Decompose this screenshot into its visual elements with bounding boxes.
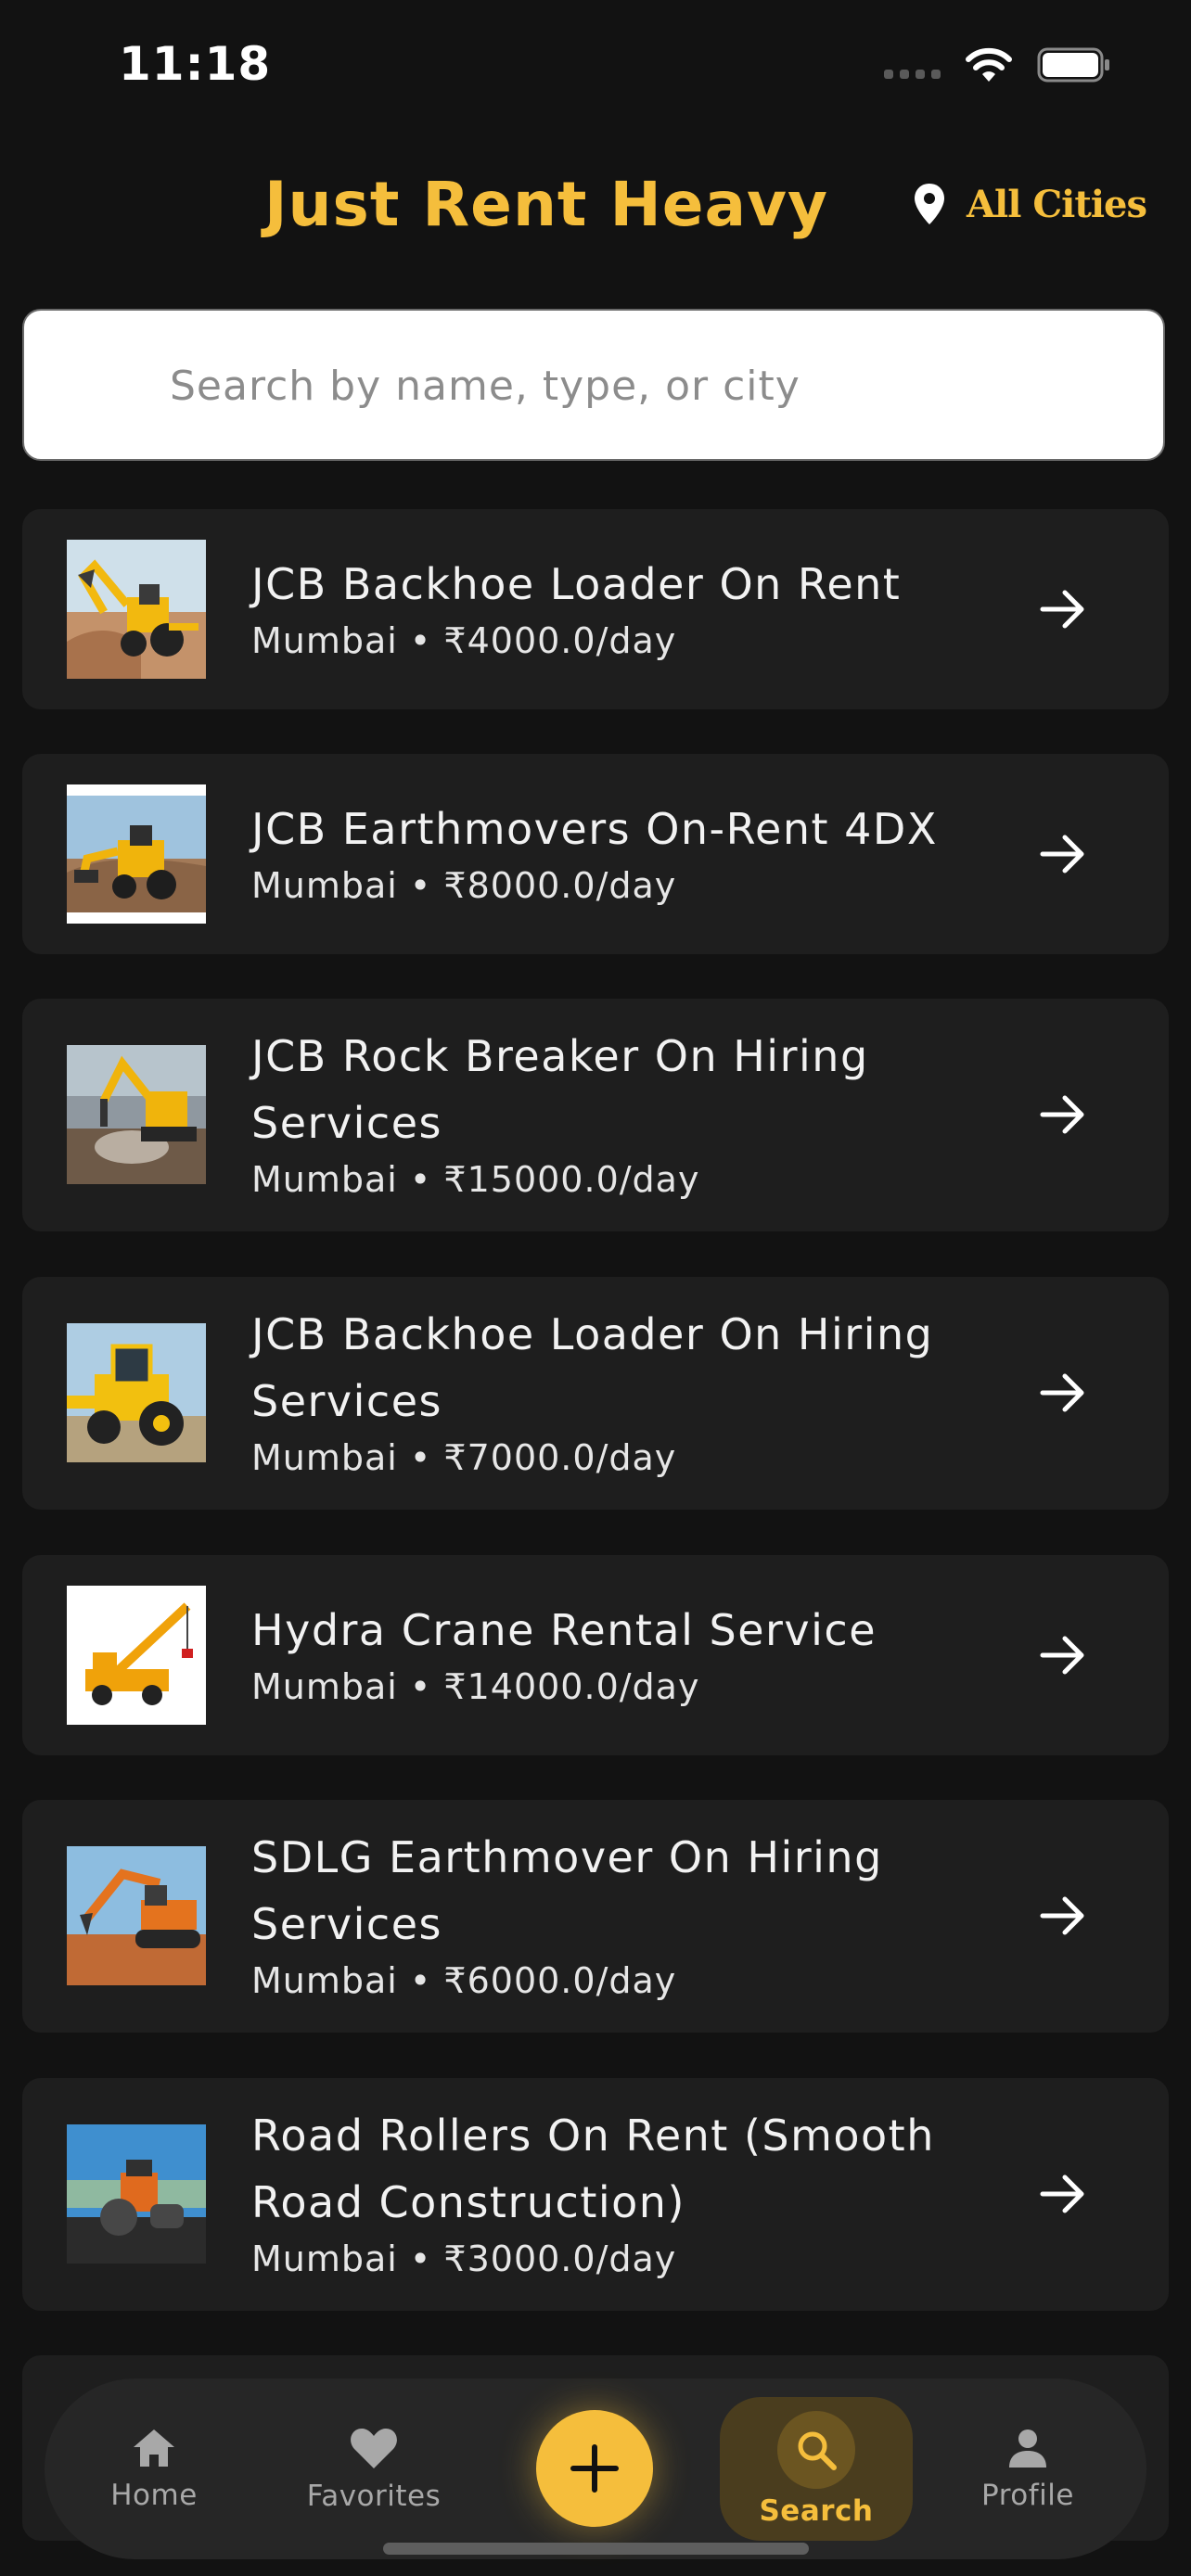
nav-favorites-label: Favorites: [306, 2479, 442, 2513]
listing-title: SDLG Earthmover On Hiring Services: [251, 1832, 883, 1949]
status-time: 11:18: [119, 37, 272, 91]
app-header: Just Rent Heavy All Cities: [0, 158, 1191, 260]
listing-title: JCB Backhoe Loader On Hiring Services: [251, 1309, 934, 1426]
location-pin-icon: [914, 184, 944, 224]
listing-card[interactable]: SDLG Earthmover On Hiring Services Mumba…: [22, 1800, 1169, 2033]
listing-subtitle: Mumbai • ₹3000.0/day: [251, 2238, 677, 2279]
arrow-right-icon: [1040, 590, 1084, 629]
home-indicator: [383, 2543, 809, 2555]
listing-title: JCB Backhoe Loader On Rent: [251, 559, 902, 609]
listing-thumbnail-road-roller: [67, 2124, 206, 2264]
search-box: [22, 309, 1165, 461]
listing-title: Hydra Crane Rental Service: [251, 1605, 877, 1655]
bottom-navigation: Home Favorites Search Profile: [45, 2378, 1146, 2559]
listing-title: JCB Earthmovers On-Rent 4DX: [251, 804, 938, 854]
arrow-right-icon: [1040, 1373, 1084, 1412]
listing-subtitle: Mumbai • ₹4000.0/day: [251, 620, 677, 661]
listing-card[interactable]: Road Rollers On Rent (Smooth Road Constr…: [22, 2078, 1169, 2311]
app-title: Just Rent Heavy: [264, 169, 829, 240]
battery-icon: [1037, 47, 1109, 83]
nav-profile-label: Profile: [981, 2478, 1074, 2512]
listing-subtitle: Mumbai • ₹6000.0/day: [251, 1960, 677, 2001]
arrow-right-icon: [1040, 2174, 1084, 2213]
listing-thumbnail-backhoe-loader: [67, 540, 206, 679]
arrow-right-icon: [1040, 1896, 1084, 1935]
nav-search[interactable]: Search: [720, 2397, 913, 2541]
listing-subtitle: Mumbai • ₹7000.0/day: [251, 1437, 677, 1478]
arrow-right-icon: [1040, 1095, 1084, 1134]
person-icon: [1009, 2429, 1046, 2468]
home-icon: [134, 2429, 174, 2467]
heart-icon: [351, 2428, 397, 2468]
cellular-signal-icon: [884, 51, 941, 79]
listing-subtitle: Mumbai • ₹8000.0/day: [251, 865, 677, 906]
listing-thumbnail-hydra-crane: [67, 1586, 206, 1725]
status-bar: 11:18: [0, 0, 1191, 130]
add-listing-button[interactable]: [536, 2410, 653, 2527]
nav-home[interactable]: Home: [98, 2378, 210, 2559]
city-label: All Cities: [966, 182, 1147, 226]
listing-subtitle: Mumbai • ₹14000.0/day: [251, 1666, 700, 1707]
nav-favorites[interactable]: Favorites: [295, 2378, 453, 2559]
plus-icon: [570, 2444, 619, 2493]
city-selector[interactable]: All Cities: [913, 182, 1147, 226]
wifi-icon: [966, 47, 1012, 82]
listing-thumbnail-rock-breaker: [67, 1045, 206, 1184]
listing-thumbnail-earthmover: [67, 784, 206, 924]
listing-title: JCB Rock Breaker On Hiring Services: [251, 1031, 869, 1148]
nav-home-label: Home: [110, 2478, 198, 2512]
listing-card[interactable]: Hydra Crane Rental Service Mumbai • ₹140…: [22, 1555, 1169, 1755]
listing-card[interactable]: JCB Backhoe Loader On Hiring Services Mu…: [22, 1277, 1169, 1510]
listing-title: Road Rollers On Rent (Smooth Road Constr…: [251, 2111, 935, 2227]
nav-profile[interactable]: Profile: [972, 2378, 1083, 2559]
arrow-right-icon: [1040, 1636, 1084, 1675]
listing-subtitle: Mumbai • ₹15000.0/day: [251, 1159, 700, 1200]
listing-thumbnail-sdlg-excavator: [67, 1846, 206, 1985]
listing-card[interactable]: JCB Backhoe Loader On Rent Mumbai • ₹400…: [22, 509, 1169, 709]
listing-card[interactable]: JCB Rock Breaker On Hiring Services Mumb…: [22, 999, 1169, 1231]
search-icon: [798, 2431, 837, 2470]
search-icon-bubble: [777, 2410, 855, 2489]
arrow-right-icon: [1040, 835, 1084, 874]
listing-card[interactable]: JCB Earthmovers On-Rent 4DX Mumbai • ₹80…: [22, 754, 1169, 954]
nav-search-label: Search: [759, 2493, 874, 2528]
status-icons: [884, 46, 1111, 83]
listing-thumbnail-backhoe-loader-hiring: [67, 1323, 206, 1462]
search-input[interactable]: [168, 311, 1136, 461]
